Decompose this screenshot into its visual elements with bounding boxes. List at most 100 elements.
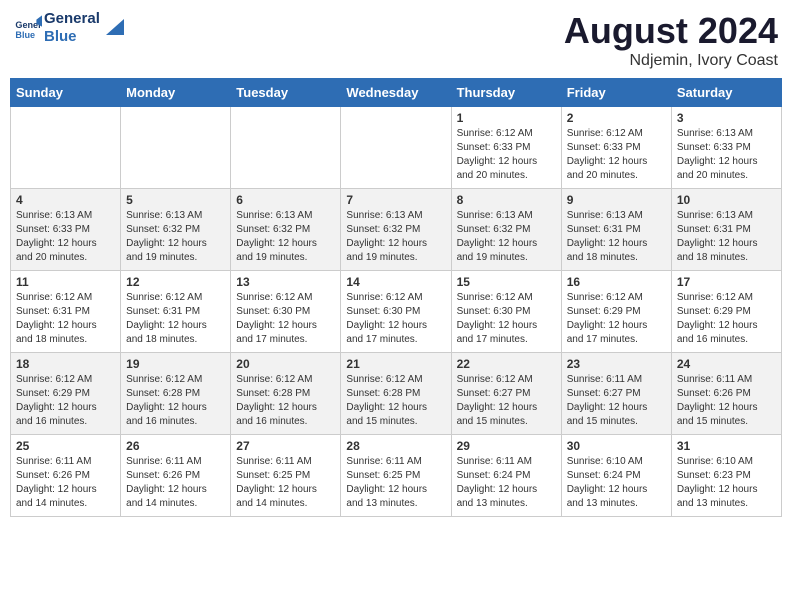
day-info-19: Sunrise: 6:12 AM Sunset: 6:28 PM Dayligh… — [126, 373, 225, 429]
day-cell-23: 23 Sunrise: 6:11 AM Sunset: 6:27 PM Dayli… — [561, 353, 671, 435]
day-info-11: Sunrise: 6:12 AM Sunset: 6:31 PM Dayligh… — [16, 291, 115, 347]
week-row-1: 1 Sunrise: 6:12 AM Sunset: 6:33 PM Daylig… — [11, 107, 782, 189]
day-info-10: Sunrise: 6:13 AM Sunset: 6:31 PM Dayligh… — [677, 209, 776, 265]
day-cell-9: 9Sunrise: 6:13 AM Sunset: 6:31 PM Daylig… — [561, 189, 671, 271]
day-cell-10: 10 Sunrise: 6:13 AM Sunset: 6:31 PM Dayli… — [671, 189, 781, 271]
day-number-17: 17 — [677, 275, 776, 289]
day-info-16: Sunrise: 6:12 AM Sunset: 6:29 PM Dayligh… — [567, 291, 666, 347]
weekday-header-friday: Friday — [561, 79, 671, 107]
day-number-19: 19 — [126, 357, 225, 371]
day-cell-4: 4 Sunrise: 6:13 AM Sunset: 6:33 PM Daylig… — [11, 189, 121, 271]
day-info-26: Sunrise: 6:11 AM Sunset: 6:26 PM Dayligh… — [126, 455, 225, 511]
day-number-21: 21 — [346, 357, 445, 371]
day-cell-30: 30 Sunrise: 6:10 AM Sunset: 6:24 PM Dayli… — [561, 435, 671, 517]
empty-cell — [11, 107, 121, 189]
day-cell-20: 20Sunrise: 6:12 AM Sunset: 6:28 PM Dayli… — [231, 353, 341, 435]
empty-cell — [231, 107, 341, 189]
day-info-27: Sunrise: 6:11 AM Sunset: 6:25 PM Dayligh… — [236, 455, 335, 511]
day-info-30: Sunrise: 6:10 AM Sunset: 6:24 PM Dayligh… — [567, 455, 666, 511]
day-cell-25: 25Sunrise: 6:11 AM Sunset: 6:26 PM Dayli… — [11, 435, 121, 517]
day-cell-24: 24 Sunrise: 6:11 AM Sunset: 6:26 PM Dayli… — [671, 353, 781, 435]
day-cell-8: 8Sunrise: 6:13 AM Sunset: 6:32 PM Daylig… — [451, 189, 561, 271]
day-number-26: 26 — [126, 439, 225, 453]
day-number-11: 11 — [16, 275, 115, 289]
weekday-header-thursday: Thursday — [451, 79, 561, 107]
empty-cell — [341, 107, 451, 189]
day-number-15: 15 — [457, 275, 556, 289]
day-info-9: Sunrise: 6:13 AM Sunset: 6:31 PM Dayligh… — [567, 209, 666, 265]
day-info-8: Sunrise: 6:13 AM Sunset: 6:32 PM Dayligh… — [457, 209, 556, 265]
day-cell-7: 7 Sunrise: 6:13 AM Sunset: 6:32 PM Daylig… — [341, 189, 451, 271]
day-cell-1: 1 Sunrise: 6:12 AM Sunset: 6:33 PM Daylig… — [451, 107, 561, 189]
day-info-1: Sunrise: 6:12 AM Sunset: 6:33 PM Dayligh… — [457, 127, 556, 183]
weekday-header-sunday: Sunday — [11, 79, 121, 107]
day-number-28: 28 — [346, 439, 445, 453]
day-info-17: Sunrise: 6:12 AM Sunset: 6:29 PM Dayligh… — [677, 291, 776, 347]
day-number-5: 5 — [126, 193, 225, 207]
day-number-16: 16 — [567, 275, 666, 289]
weekday-header-row: SundayMondayTuesdayWednesdayThursdayFrid… — [11, 79, 782, 107]
month-year-title: August 2024 — [564, 10, 778, 52]
day-number-29: 29 — [457, 439, 556, 453]
day-info-4: Sunrise: 6:13 AM Sunset: 6:33 PM Dayligh… — [16, 209, 115, 265]
week-row-5: 25 Sunrise: 6:11 AM Sunset: 6:26 PM Dayli… — [11, 435, 782, 517]
day-cell-16: 16 Sunrise: 6:12 AM Sunset: 6:29 PM Dayli… — [561, 271, 671, 353]
day-cell-18: 18Sunrise: 6:12 AM Sunset: 6:29 PM Dayli… — [11, 353, 121, 435]
day-info-31: Sunrise: 6:10 AM Sunset: 6:23 PM Dayligh… — [677, 455, 776, 511]
day-number-23: 23 — [567, 357, 666, 371]
day-number-7: 7 — [346, 193, 445, 207]
day-number-10: 10 — [677, 193, 776, 207]
day-number-20: 20 — [236, 357, 335, 371]
day-info-23: Sunrise: 6:11 AM Sunset: 6:27 PM Dayligh… — [567, 373, 666, 429]
day-cell-5: 5 Sunrise: 6:13 AM Sunset: 6:32 PM Daylig… — [121, 189, 231, 271]
day-cell-2: 2Sunrise: 6:12 AM Sunset: 6:33 PM Daylig… — [561, 107, 671, 189]
page-header: General Blue General Blue August 2024 Nd… — [10, 10, 782, 70]
day-number-12: 12 — [126, 275, 225, 289]
day-cell-22: 22Sunrise: 6:12 AM Sunset: 6:27 PM Dayli… — [451, 353, 561, 435]
day-number-31: 31 — [677, 439, 776, 453]
day-info-5: Sunrise: 6:13 AM Sunset: 6:32 PM Dayligh… — [126, 209, 225, 265]
day-info-14: Sunrise: 6:12 AM Sunset: 6:30 PM Dayligh… — [346, 291, 445, 347]
day-info-2: Sunrise: 6:12 AM Sunset: 6:33 PM Dayligh… — [567, 127, 666, 183]
day-info-24: Sunrise: 6:11 AM Sunset: 6:26 PM Dayligh… — [677, 373, 776, 429]
day-number-6: 6 — [236, 193, 335, 207]
week-row-2: 4 Sunrise: 6:13 AM Sunset: 6:33 PM Daylig… — [11, 189, 782, 271]
logo-text: General — [44, 10, 100, 28]
location-subtitle: Ndjemin, Ivory Coast — [564, 52, 778, 70]
day-number-3: 3 — [677, 111, 776, 125]
logo-icon: General Blue — [14, 14, 42, 42]
day-cell-21: 21 Sunrise: 6:12 AM Sunset: 6:28 PM Dayli… — [341, 353, 451, 435]
empty-cell — [121, 107, 231, 189]
day-number-14: 14 — [346, 275, 445, 289]
svg-text:Blue: Blue — [15, 30, 35, 40]
day-cell-14: 14 Sunrise: 6:12 AM Sunset: 6:30 PM Dayli… — [341, 271, 451, 353]
day-cell-29: 29Sunrise: 6:11 AM Sunset: 6:24 PM Dayli… — [451, 435, 561, 517]
weekday-header-monday: Monday — [121, 79, 231, 107]
logo-triangle-icon — [102, 17, 124, 39]
day-cell-15: 15Sunrise: 6:12 AM Sunset: 6:30 PM Dayli… — [451, 271, 561, 353]
day-number-4: 4 — [16, 193, 115, 207]
day-number-24: 24 — [677, 357, 776, 371]
logo-text-blue: Blue — [44, 28, 100, 46]
title-block: August 2024 Ndjemin, Ivory Coast — [564, 10, 778, 70]
calendar-table: SundayMondayTuesdayWednesdayThursdayFrid… — [10, 78, 782, 517]
day-cell-6: 6 Sunrise: 6:13 AM Sunset: 6:32 PM Daylig… — [231, 189, 341, 271]
day-info-3: Sunrise: 6:13 AM Sunset: 6:33 PM Dayligh… — [677, 127, 776, 183]
day-cell-12: 12 Sunrise: 6:12 AM Sunset: 6:31 PM Dayli… — [121, 271, 231, 353]
day-number-1: 1 — [457, 111, 556, 125]
day-info-7: Sunrise: 6:13 AM Sunset: 6:32 PM Dayligh… — [346, 209, 445, 265]
day-number-27: 27 — [236, 439, 335, 453]
day-info-22: Sunrise: 6:12 AM Sunset: 6:27 PM Dayligh… — [457, 373, 556, 429]
day-info-28: Sunrise: 6:11 AM Sunset: 6:25 PM Dayligh… — [346, 455, 445, 511]
day-info-6: Sunrise: 6:13 AM Sunset: 6:32 PM Dayligh… — [236, 209, 335, 265]
day-cell-31: 31 Sunrise: 6:10 AM Sunset: 6:23 PM Dayli… — [671, 435, 781, 517]
day-cell-19: 19 Sunrise: 6:12 AM Sunset: 6:28 PM Dayli… — [121, 353, 231, 435]
day-number-18: 18 — [16, 357, 115, 371]
day-number-13: 13 — [236, 275, 335, 289]
day-cell-11: 11 Sunrise: 6:12 AM Sunset: 6:31 PM Dayli… — [11, 271, 121, 353]
day-cell-28: 28 Sunrise: 6:11 AM Sunset: 6:25 PM Dayli… — [341, 435, 451, 517]
day-info-21: Sunrise: 6:12 AM Sunset: 6:28 PM Dayligh… — [346, 373, 445, 429]
day-number-25: 25 — [16, 439, 115, 453]
day-number-30: 30 — [567, 439, 666, 453]
day-info-12: Sunrise: 6:12 AM Sunset: 6:31 PM Dayligh… — [126, 291, 225, 347]
